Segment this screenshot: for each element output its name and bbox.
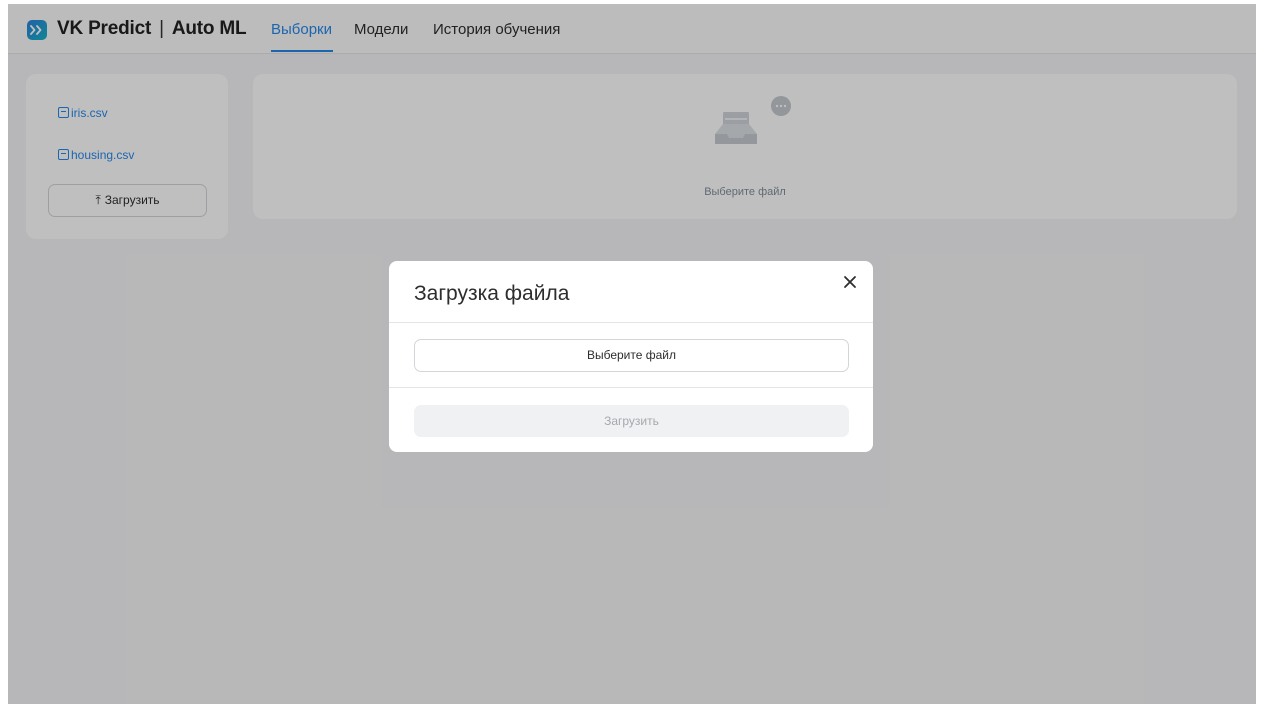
choose-file-button[interactable]: Выберите файл [414, 339, 849, 372]
app-window: VK Predict | Auto ML Выборки Модели Истори… [8, 4, 1256, 704]
close-icon[interactable] [840, 272, 860, 292]
upload-file-dialog: Загрузка файла Выберите файл Загрузить [389, 261, 873, 452]
dialog-divider-top [389, 322, 873, 323]
submit-upload-button[interactable]: Загрузить [414, 405, 849, 437]
dialog-divider-bottom [389, 387, 873, 388]
dialog-title: Загрузка файла [414, 282, 570, 305]
